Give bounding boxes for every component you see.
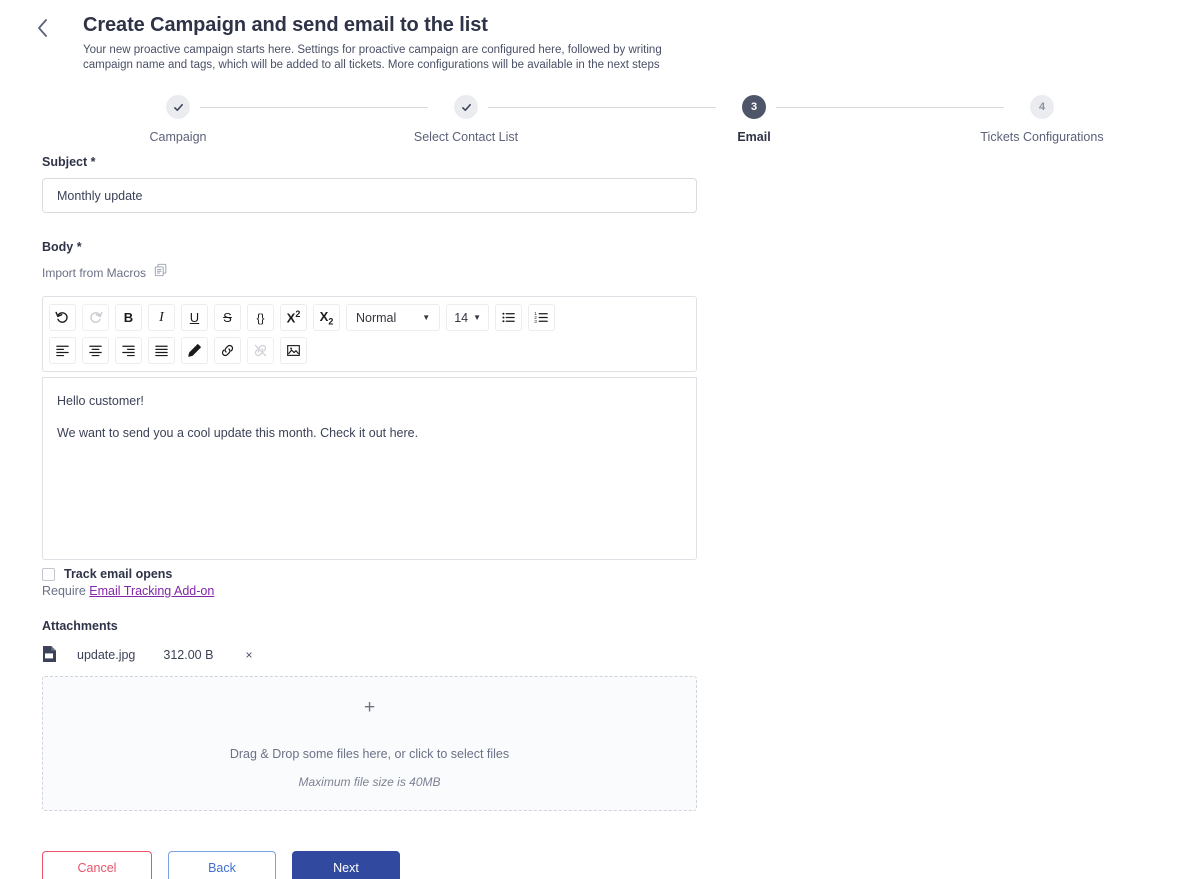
undo-icon[interactable] [49,304,76,331]
toolbar-row-2 [49,337,690,364]
remove-link-icon[interactable] [247,337,274,364]
toolbar-row-1: B I U S {} X2 X2 Normal ▼ 14 ▼ 1 2 3 [49,304,690,331]
align-justify-icon[interactable] [148,337,175,364]
stepper-step-email[interactable]: 3 Email [664,95,844,144]
attachments-title: Attachments [42,619,118,633]
email-body-editor[interactable]: Hello customer! We want to send you a co… [42,377,697,560]
chevron-left-icon [37,19,48,37]
email-tracking-addon-link[interactable]: Email Tracking Add-on [89,584,214,598]
strikethrough-icon[interactable]: S [214,304,241,331]
font-size-value: 14 [454,310,469,325]
form-footer: Cancel Back Next [42,851,1180,879]
file-dropzone[interactable]: + Drag & Drop some files here, or click … [42,676,697,811]
stepper-marker-3: 3 [742,95,766,119]
body-label: Body * [42,240,82,254]
stepper-label-4: Tickets Configurations [980,130,1104,144]
align-center-icon[interactable] [82,337,109,364]
text-color-pen-icon[interactable] [181,337,208,364]
import-from-macros-label: Import from Macros [42,265,147,280]
track-email-opens-label: Track email opens [64,567,173,581]
insert-image-icon[interactable] [280,337,307,364]
superscript-icon[interactable]: X2 [280,304,307,331]
font-size-select[interactable]: 14 ▼ [446,304,490,331]
page-title: Create Campaign and send email to the li… [83,14,488,36]
numbered-list-icon[interactable]: 1 2 3 [528,304,556,331]
page-subtitle: Your new proactive campaign starts here.… [83,44,662,71]
text-format-value: Normal [356,310,397,325]
stepper: Campaign Select Contact List 3 Email 4 T… [0,95,1180,155]
bulleted-list-icon[interactable] [495,304,523,331]
stepper-connector-2 [488,107,716,108]
stepper-marker-2 [454,95,478,119]
track-email-opens-row: Track email opens [42,567,1180,581]
next-step-button[interactable]: Next [292,851,400,879]
rich-text-toolbar: B I U S {} X2 X2 Normal ▼ 14 ▼ 1 2 3 [42,296,697,372]
redo-icon[interactable] [82,304,109,331]
stepper-marker-1 [166,95,190,119]
cancel-button[interactable]: Cancel [42,851,152,879]
stepper-label-1: Campaign [149,130,207,144]
insert-link-icon[interactable] [214,337,241,364]
subject-input[interactable] [42,178,697,213]
italic-icon[interactable]: I [148,304,175,331]
stepper-connector-3 [776,107,1004,108]
page-header: Create Campaign and send email to the li… [0,0,1180,73]
stepper-step-select-contact-list[interactable]: Select Contact List [376,95,556,144]
stepper-marker-4: 4 [1030,95,1054,119]
require-prefix: Require [42,584,86,598]
bold-icon[interactable]: B [115,304,142,331]
stepper-label-3: Email [737,130,771,144]
attachment-file-size: 312.00 B [163,647,214,662]
chevron-down-icon: ▼ [473,312,482,322]
text-format-select[interactable]: Normal ▼ [346,304,441,331]
plus-icon: + [363,697,376,718]
align-right-icon[interactable] [115,337,142,364]
email-body-paragraph-1: Hello customer! [57,394,144,408]
copy-document-icon [154,263,168,282]
stepper-step-campaign[interactable]: Campaign [88,95,268,144]
back-step-button[interactable]: Back [168,851,276,879]
underline-icon[interactable]: U [181,304,208,331]
code-block-icon[interactable]: {} [247,304,274,331]
dropzone-main-text: Drag & Drop some files here, or click to… [229,747,510,761]
dropzone-sub-text: Maximum file size is 40MB [298,775,441,789]
stepper-connector-1 [200,107,428,108]
subscript-icon[interactable]: X2 [313,304,340,331]
stepper-label-2: Select Contact List [413,130,519,144]
align-left-icon[interactable] [49,337,76,364]
attachment-item: update.jpg 312.00 B × [42,646,1180,663]
stepper-step-tickets-configurations[interactable]: 4 Tickets Configurations [952,95,1132,144]
subject-label: Subject * [42,155,96,169]
back-button[interactable] [30,16,54,40]
require-addon-row: Require Email Tracking Add-on [42,584,1180,598]
email-body-paragraph-2: We want to send you a cool update this m… [57,426,419,440]
svg-text:3: 3 [534,319,537,324]
chevron-down-icon: ▼ [422,312,431,322]
file-document-icon [42,646,62,663]
campaign-email-form: Subject * Body * Import from Macros B I … [0,155,1180,879]
attachment-file-name: update.jpg [77,647,136,662]
import-from-macros-button[interactable]: Import from Macros [42,263,1180,282]
remove-attachment-button[interactable]: × [245,649,252,661]
track-email-opens-checkbox[interactable] [42,567,55,581]
